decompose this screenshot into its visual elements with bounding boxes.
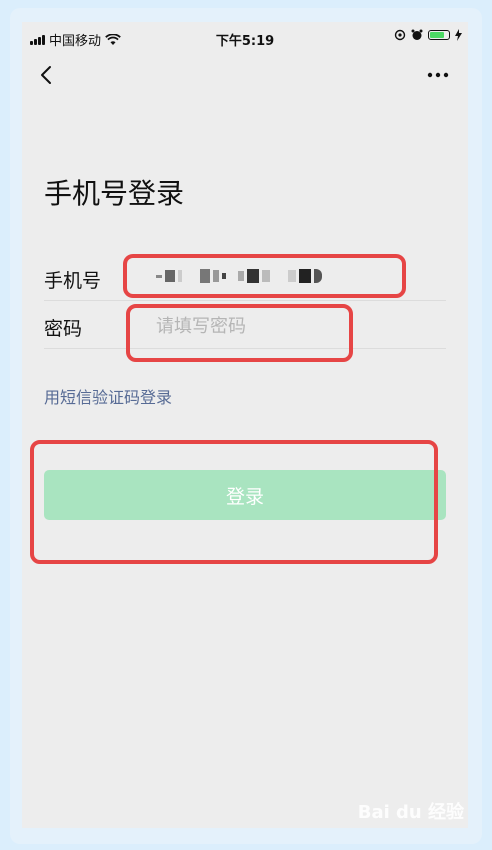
battery-icon — [428, 30, 450, 40]
phone-screen: 中国移动 下午5:19 手机号登录 手机号 密码 用短信验证码登录 登录 Bai… — [22, 22, 468, 828]
status-right — [394, 29, 462, 41]
baidu-watermark: Bai du 经验 — [357, 802, 464, 823]
back-chevron-icon[interactable] — [36, 60, 60, 90]
login-highlight-box — [30, 440, 438, 564]
alarm-icon — [411, 29, 423, 40]
location-icon — [394, 29, 406, 41]
password-highlight-box — [126, 304, 353, 362]
status-bar: 中国移动 下午5:19 — [22, 22, 468, 56]
charging-icon — [455, 29, 462, 41]
password-label: 密码 — [44, 318, 83, 340]
phone-highlight-box — [123, 254, 406, 298]
more-dots-icon[interactable] — [424, 60, 452, 90]
phone-label: 手机号 — [44, 270, 102, 292]
page-title: 手机号登录 — [44, 177, 185, 210]
sms-login-link[interactable]: 用短信验证码登录 — [44, 384, 172, 408]
nav-bar — [22, 56, 468, 96]
